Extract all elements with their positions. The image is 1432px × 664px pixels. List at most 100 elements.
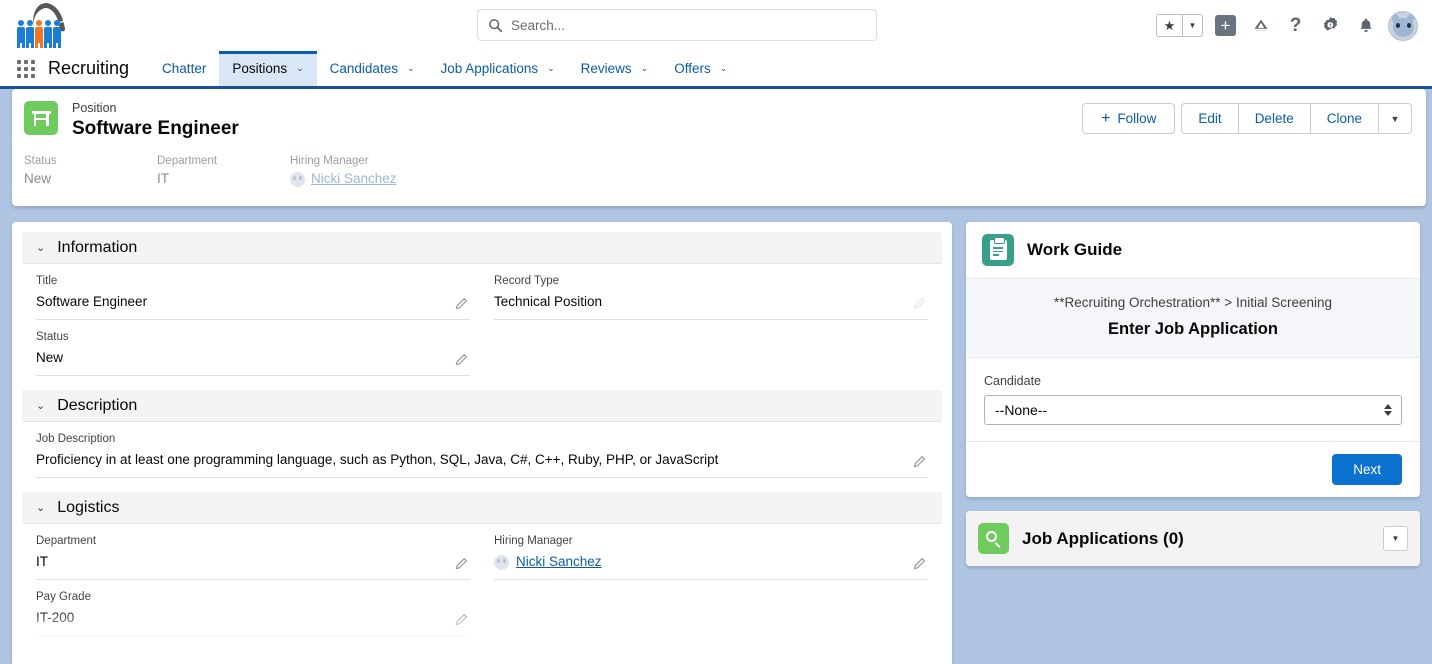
edit-pencil-icon[interactable] — [454, 297, 468, 311]
highlight-label: Status — [24, 155, 57, 167]
field-label: Hiring Manager — [494, 535, 573, 547]
tab-reviews[interactable]: Reviews ⌄ — [568, 51, 662, 86]
edit-button[interactable]: Edit — [1181, 103, 1238, 134]
search-icon — [488, 18, 503, 33]
delete-button[interactable]: Delete — [1237, 103, 1310, 134]
highlight-status: Status New — [24, 153, 157, 189]
tab-positions[interactable]: Positions ⌄ — [219, 51, 317, 86]
section-title: Logistics — [57, 498, 120, 516]
tab-job-applications[interactable]: Job Applications ⌄ — [428, 51, 568, 86]
field-label: Pay Grade — [36, 591, 91, 603]
global-search-box[interactable] — [477, 9, 877, 41]
edit-pencil-icon[interactable] — [454, 353, 468, 367]
chevron-down-icon[interactable]: ⌄ — [296, 63, 304, 74]
field-value: Technical Position — [494, 294, 603, 309]
tab-offers[interactable]: Offers ⌄ — [661, 51, 740, 86]
highlight-value: New — [24, 171, 52, 186]
favorites-star-icon[interactable]: ★ — [1157, 15, 1183, 36]
chevron-down-icon[interactable]: ⌄ — [36, 501, 45, 514]
favorites-dropdown-icon[interactable]: ▼ — [1183, 15, 1202, 36]
record-body: ⌄ Information Title Software Engineer St… — [0, 214, 1432, 664]
section-header-description[interactable]: ⌄ Description — [22, 390, 942, 422]
description-fields: Job Description Proficiency in at least … — [12, 422, 952, 478]
app-navigation-bar: Recruiting Chatter Positions ⌄ Candidate… — [0, 51, 1432, 89]
more-actions-dropdown[interactable]: ▼ — [1378, 103, 1412, 134]
field-label: Department — [36, 535, 97, 547]
edit-pencil-icon[interactable] — [912, 455, 926, 469]
orchestration-path: **Recruiting Orchestration** > Initial S… — [1053, 295, 1332, 310]
work-guide-card: Work Guide **Recruiting Orchestration** … — [966, 222, 1420, 497]
user-avatar-icon — [290, 171, 305, 187]
work-guide-footer: Next — [966, 441, 1420, 497]
candidate-select[interactable]: --None-- — [984, 395, 1402, 425]
chevron-down-icon[interactable]: ⌄ — [36, 241, 45, 254]
edit-pencil-icon[interactable] — [454, 557, 468, 571]
section-header-information[interactable]: ⌄ Information — [22, 232, 942, 264]
plus-icon: + — [1101, 109, 1111, 127]
edit-pencil-icon[interactable] — [912, 557, 926, 571]
follow-label: Follow — [1117, 111, 1157, 126]
logo-person-icon — [26, 20, 34, 48]
chevron-down-icon[interactable]: ⌄ — [720, 63, 728, 74]
job-application-icon — [978, 523, 1009, 554]
edit-pencil-icon[interactable] — [454, 613, 468, 627]
trailhead-icon[interactable] — [1248, 13, 1273, 38]
section-title: Description — [57, 396, 138, 414]
favorites-control[interactable]: ★ ▼ — [1156, 14, 1203, 37]
hiring-manager-link[interactable]: Nicki Sanchez — [516, 550, 602, 574]
help-icon[interactable]: ? — [1283, 13, 1308, 38]
field-pay-grade: Pay Grade IT-200 — [36, 580, 470, 636]
notifications-bell-icon[interactable] — [1353, 13, 1378, 38]
tab-candidates[interactable]: Candidates ⌄ — [317, 51, 428, 86]
select-stepper-icon[interactable] — [1384, 404, 1392, 416]
global-header-icons: ★ ▼ + ? — [1156, 0, 1418, 51]
highlight-hiring-manager: Hiring Manager Nicki Sanchez — [290, 153, 550, 189]
chevron-down-icon[interactable]: ⌄ — [407, 63, 415, 74]
app-launcher-icon[interactable] — [0, 51, 42, 86]
candidate-label: Candidate — [984, 374, 1041, 388]
user-avatar[interactable] — [1388, 10, 1418, 41]
logo-person-icon — [17, 20, 25, 48]
field-value: IT-200 — [36, 610, 75, 625]
tab-label: Candidates — [329, 61, 398, 76]
tab-label: Job Applications — [440, 61, 539, 76]
follow-button[interactable]: + Follow — [1082, 103, 1176, 134]
search-input[interactable] — [511, 17, 866, 33]
recruiting-logo[interactable] — [10, 0, 68, 48]
section-header-logistics[interactable]: ⌄ Logistics — [22, 492, 942, 524]
logo-person-icon — [53, 20, 61, 48]
field-value: Software Engineer — [36, 294, 148, 309]
job-applications-header[interactable]: Job Applications (0) ▼ — [966, 511, 1420, 566]
work-guide-banner: **Recruiting Orchestration** > Initial S… — [966, 278, 1420, 358]
logo-person-highlight-icon — [35, 20, 43, 48]
tab-label: Positions — [232, 61, 288, 76]
information-left-column: Title Software Engineer Status New — [24, 264, 482, 376]
chevron-down-icon[interactable]: ⌄ — [36, 399, 45, 412]
highlight-label: Hiring Manager — [290, 155, 369, 167]
logistics-right-column: Hiring Manager Nicki Sanchez — [482, 524, 940, 636]
field-label: Job Description — [36, 433, 116, 445]
record-object-type: Position — [72, 101, 117, 115]
global-header: ★ ▼ + ? — [0, 0, 1432, 51]
logo-people-group — [17, 0, 64, 48]
tab-chatter[interactable]: Chatter — [149, 51, 219, 86]
details-panel: ⌄ Information Title Software Engineer St… — [12, 222, 952, 664]
section-title: Information — [57, 238, 138, 256]
global-actions-plus-icon[interactable]: + — [1213, 13, 1238, 38]
field-label: Title — [36, 275, 58, 287]
app-name-label: Recruiting — [48, 58, 130, 78]
chevron-down-icon[interactable]: ⌄ — [641, 63, 649, 74]
nav-tab-list: Chatter Positions ⌄ Candidates ⌄ Job App… — [149, 51, 740, 86]
clone-button[interactable]: Clone — [1309, 103, 1378, 134]
field-status: Status New — [36, 320, 470, 376]
field-department: Department IT — [36, 524, 470, 580]
clipboard-icon — [982, 234, 1014, 266]
chevron-down-icon[interactable]: ⌄ — [547, 63, 555, 74]
setup-gear-icon[interactable] — [1318, 13, 1343, 38]
logistics-left-column: Department IT Pay Grade IT-200 — [24, 524, 482, 636]
job-applications-menu-button[interactable]: ▼ — [1383, 526, 1408, 551]
record-highlights-panel: Position Software Engineer Status New De… — [12, 89, 1426, 206]
hiring-manager-link[interactable]: Nicki Sanchez — [311, 169, 397, 189]
work-guide-form: Candidate --None-- — [966, 358, 1420, 441]
next-button[interactable]: Next — [1332, 454, 1402, 485]
